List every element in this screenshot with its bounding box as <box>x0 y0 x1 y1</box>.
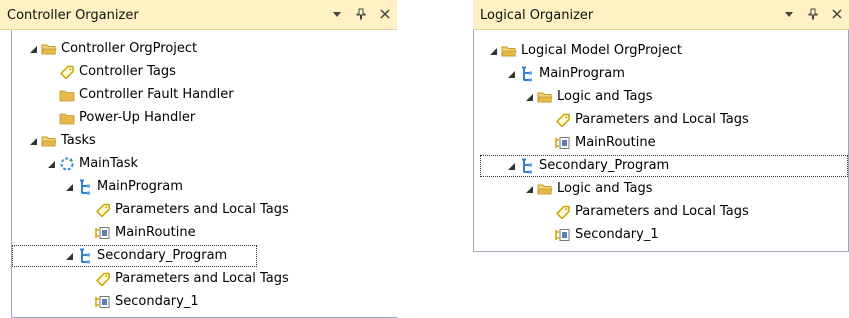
tree-item[interactable]: Secondary_1 <box>540 224 659 246</box>
tree-item-label: Secondary_1 <box>115 294 199 309</box>
folder-icon <box>58 87 76 103</box>
tag-icon <box>94 202 112 218</box>
tree-item-label: MainProgram <box>539 66 625 81</box>
folder-open-icon <box>500 43 518 59</box>
tree-item-label: Controller Tags <box>79 64 176 79</box>
folder-open-icon <box>40 133 58 149</box>
close-icon[interactable] <box>379 8 391 20</box>
program-icon <box>518 66 536 82</box>
tree-item[interactable]: Logic and Tags <box>522 86 652 108</box>
tree-item-label: Parameters and Local Tags <box>115 202 289 217</box>
tree-item-label: MainProgram <box>97 179 183 194</box>
dropdown-arrow-icon[interactable] <box>331 8 343 20</box>
tree-item[interactable]: Parameters and Local Tags <box>540 201 749 223</box>
program-icon <box>76 179 94 195</box>
tree-item-label: Logic and Tags <box>557 181 653 196</box>
tree-item[interactable]: MainRoutine <box>540 132 656 154</box>
tree-item-label: Tasks <box>61 133 96 148</box>
tree-item-label: Secondary_1 <box>575 227 659 242</box>
routine-icon <box>554 227 572 243</box>
tree-item-label: MainRoutine <box>115 225 196 240</box>
tree-item[interactable]: Secondary_Program <box>480 155 848 177</box>
folder-open-icon <box>40 41 58 57</box>
tree-item[interactable]: Logical Model OrgProject <box>486 40 682 62</box>
close-icon[interactable] <box>831 8 843 20</box>
tree-item[interactable]: MainProgram <box>504 63 625 85</box>
controller-organizer-panel: Controller Organizer Controller OrgProje… <box>0 0 397 318</box>
controller-organizer-titlebar[interactable]: Controller Organizer <box>0 0 397 30</box>
tree-item[interactable]: Parameters and Local Tags <box>80 268 289 290</box>
tag-icon <box>58 64 76 80</box>
tag-icon <box>554 204 572 220</box>
program-icon <box>76 248 94 264</box>
tree-item[interactable]: Logic and Tags <box>522 178 652 200</box>
program-icon <box>518 158 536 174</box>
tag-icon <box>554 112 572 128</box>
collapse-arrow-icon[interactable] <box>44 153 58 175</box>
routine-icon <box>94 225 112 241</box>
tag-icon <box>94 271 112 287</box>
logical-organizer-titlebar[interactable]: Logical Organizer <box>473 0 849 30</box>
tree-item-label: Controller OrgProject <box>61 41 198 56</box>
pin-icon[interactable] <box>807 8 819 20</box>
collapse-arrow-icon[interactable] <box>504 155 518 177</box>
collapse-arrow-icon[interactable] <box>486 40 500 62</box>
tree-item[interactable]: Power-Up Handler <box>44 107 195 129</box>
task-cycle-icon <box>58 156 76 172</box>
tree-item[interactable]: Controller Fault Handler <box>44 84 234 106</box>
tree-item-label: MainRoutine <box>575 135 656 150</box>
tree-item[interactable]: Secondary_Program <box>12 245 257 267</box>
tree-item-label: Logic and Tags <box>557 89 653 104</box>
tree-item-label: Secondary_Program <box>97 248 228 263</box>
tree-item-label: Secondary_Program <box>539 158 670 173</box>
logical-tree: Logical Model OrgProject MainProgram Logic… <box>473 30 849 252</box>
tree-item-label: Logical Model OrgProject <box>521 43 682 58</box>
tree-item[interactable]: MainRoutine <box>80 222 196 244</box>
routine-icon <box>554 135 572 151</box>
collapse-arrow-icon[interactable] <box>522 86 536 108</box>
tree-item-label: Controller Fault Handler <box>79 87 234 102</box>
tree-item-label: Parameters and Local Tags <box>575 204 749 219</box>
tree-item[interactable]: MainProgram <box>62 176 183 198</box>
tree-item[interactable]: MainTask <box>44 153 138 175</box>
controller-tree: Controller OrgProject Controller Tags Cont… <box>11 30 397 318</box>
collapse-arrow-icon[interactable] <box>62 176 76 198</box>
tree-item[interactable]: Parameters and Local Tags <box>80 199 289 221</box>
tree-item-label: MainTask <box>79 156 139 171</box>
logical-organizer-panel: Logical Organizer Logical Model OrgProje… <box>473 0 849 252</box>
collapse-arrow-icon[interactable] <box>26 38 40 60</box>
routine-icon <box>94 294 112 310</box>
tree-item[interactable]: Controller OrgProject <box>26 38 197 60</box>
collapse-arrow-icon[interactable] <box>504 63 518 85</box>
collapse-arrow-icon[interactable] <box>26 130 40 152</box>
tree-item-label: Parameters and Local Tags <box>575 112 749 127</box>
folder-open-icon <box>536 181 554 197</box>
tree-item[interactable]: Controller Tags <box>44 61 176 83</box>
tree-item-label: Parameters and Local Tags <box>115 271 289 286</box>
panel-title: Controller Organizer <box>7 8 139 23</box>
folder-open-icon <box>536 89 554 105</box>
folder-icon <box>58 110 76 126</box>
panel-title: Logical Organizer <box>480 8 594 23</box>
dropdown-arrow-icon[interactable] <box>783 8 795 20</box>
tree-item[interactable]: Secondary_1 <box>80 291 199 313</box>
tree-item[interactable]: Tasks <box>26 130 96 152</box>
tree-item[interactable]: Parameters and Local Tags <box>540 109 749 131</box>
collapse-arrow-icon[interactable] <box>522 178 536 200</box>
collapse-arrow-icon[interactable] <box>62 245 76 267</box>
pin-icon[interactable] <box>355 8 367 20</box>
tree-item-label: Power-Up Handler <box>79 110 196 125</box>
